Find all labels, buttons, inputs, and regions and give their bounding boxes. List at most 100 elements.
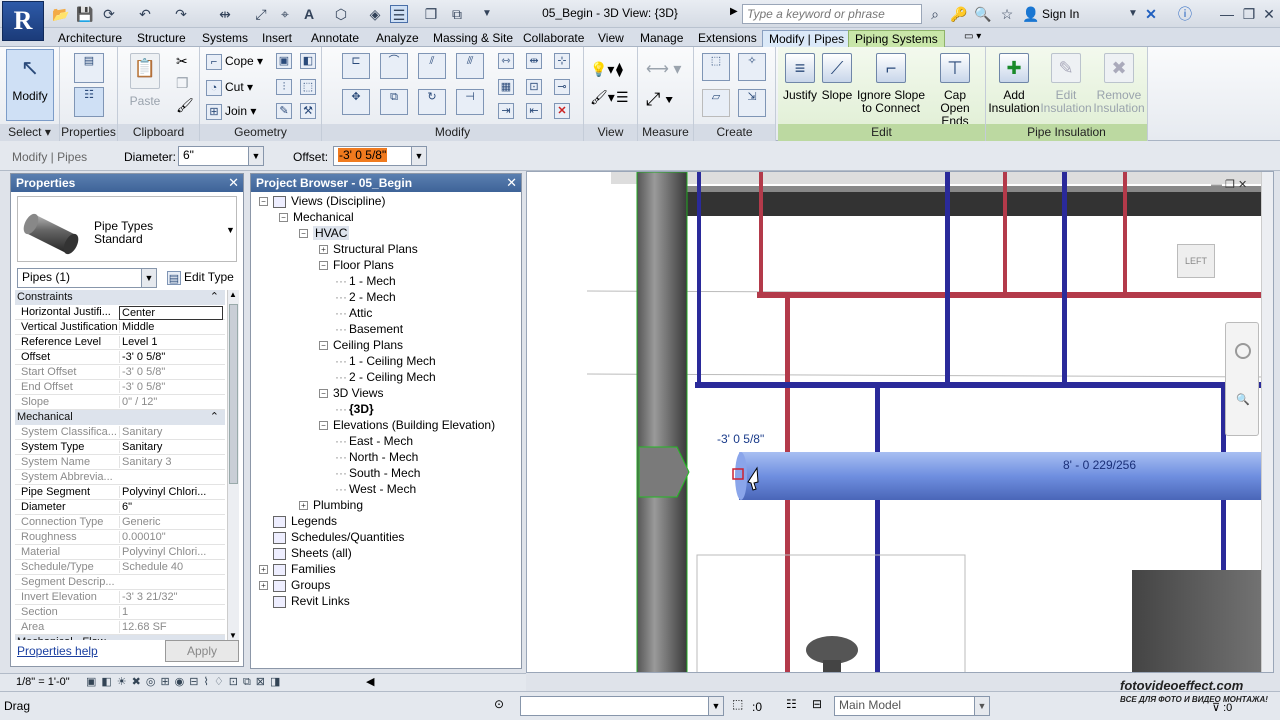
- tree-item[interactable]: ··· 2 - Ceiling Mech: [335, 369, 436, 385]
- close-icon[interactable]: ✕: [506, 175, 517, 191]
- collapse-icon[interactable]: ⌃: [210, 410, 219, 423]
- expand-icon[interactable]: +: [259, 565, 268, 575]
- thin-lines-icon[interactable]: ☰: [390, 5, 408, 23]
- zoom-icon[interactable]: 🔍: [1236, 393, 1250, 406]
- tree-item[interactable]: Sheets (all): [259, 545, 352, 561]
- property-value[interactable]: Middle: [119, 321, 223, 333]
- close-icon[interactable]: ✕: [228, 175, 239, 191]
- tab-systems[interactable]: Systems: [196, 30, 254, 47]
- binoculars-icon[interactable]: ⌕: [926, 5, 944, 23]
- pin-icon[interactable]: ⊹: [554, 53, 570, 69]
- lightbulb-icon[interactable]: 💡▾: [590, 61, 614, 78]
- trim-icon[interactable]: ⊣: [456, 89, 484, 115]
- modify-button[interactable]: ↖ Modify: [6, 49, 54, 121]
- tab-extensions[interactable]: Extensions: [692, 30, 763, 47]
- view-window-controls[interactable]: — ❐ ✕: [1211, 178, 1247, 191]
- apply-button[interactable]: Apply: [165, 640, 239, 662]
- split-face-icon[interactable]: ▣: [276, 53, 292, 69]
- ignore-slope-button[interactable]: ⌐ Ignore Slope to Connect: [856, 49, 926, 115]
- exchange-apps-icon[interactable]: ✕: [1142, 5, 1160, 23]
- tree-item[interactable]: ··· East - Mech: [335, 433, 413, 449]
- edit-type-button[interactable]: ▤ Edit Type: [163, 268, 239, 288]
- tree-item[interactable]: − Mechanical: [279, 209, 354, 225]
- expand-icon[interactable]: +: [299, 501, 308, 511]
- property-row[interactable]: Vertical Justification Middle: [15, 320, 225, 335]
- measure-between-icon[interactable]: ⟷ ▾: [646, 59, 681, 79]
- property-value[interactable]: -3' 0 5/8": [119, 351, 223, 363]
- remove-insulation-button[interactable]: ✖ Remove Insulation: [1092, 49, 1146, 115]
- justify-button[interactable]: ≡ Justify: [782, 49, 818, 102]
- select-dropdown[interactable]: Select ▾: [0, 124, 59, 141]
- hammer-icon[interactable]: ⚒: [300, 103, 316, 119]
- expand-icon[interactable]: +: [259, 581, 268, 591]
- create-group-icon[interactable]: ⬚: [702, 53, 730, 81]
- copy-icon[interactable]: ❐: [176, 75, 189, 92]
- viewport-scrollbar[interactable]: [1261, 172, 1273, 672]
- tab-manage[interactable]: Manage: [634, 30, 689, 47]
- diameter-select[interactable]: 6" ▼: [178, 146, 264, 166]
- steering-wheel-icon[interactable]: [1235, 343, 1251, 359]
- collapse-icon[interactable]: −: [319, 341, 328, 351]
- workset-icon[interactable]: ⊙: [494, 697, 504, 711]
- tree-item[interactable]: Revit Links: [259, 593, 350, 609]
- extend-icon[interactable]: ⇤: [526, 103, 542, 119]
- split-icon[interactable]: ⇿: [498, 53, 514, 69]
- tree-item[interactable]: − HVAC: [299, 225, 350, 241]
- cut-geometry-button[interactable]: ◔ Cut ▾: [206, 77, 253, 97]
- maximize-icon[interactable]: ❐: [1240, 5, 1258, 23]
- property-row[interactable]: System Type Sanitary: [15, 440, 225, 455]
- design-option-select[interactable]: Main Model ▼: [834, 696, 990, 716]
- ribbon-minimize-icon[interactable]: ▭ ▾: [958, 30, 987, 47]
- hide-icon[interactable]: ⧫: [616, 61, 623, 78]
- length-dimension-label[interactable]: 8' - 0 229/256: [1063, 458, 1136, 472]
- property-row[interactable]: Diameter 6": [15, 500, 225, 515]
- workset-select[interactable]: ▼: [520, 696, 724, 716]
- tree-item[interactable]: ··· Basement: [335, 321, 403, 337]
- instance-filter[interactable]: Pipes (1) ▼: [17, 268, 157, 288]
- align-icon[interactable]: ⊏: [342, 53, 370, 79]
- redo-icon[interactable]: ↷: [172, 5, 190, 23]
- tag-icon[interactable]: ⌖: [276, 5, 294, 23]
- user-icon[interactable]: 👤: [1022, 5, 1040, 23]
- property-value[interactable]: Center: [119, 306, 223, 320]
- section-icon[interactable]: ◈: [366, 5, 384, 23]
- 3d-viewport[interactable]: -3' 0 5/8" 8' - 0 229/256 LEFT 🔍 — ❐ ✕: [526, 171, 1274, 673]
- property-row[interactable]: Horizontal Justifi... Center: [15, 305, 225, 320]
- tab-insert[interactable]: Insert: [256, 30, 298, 47]
- collapse-icon[interactable]: −: [319, 421, 328, 431]
- model-canvas[interactable]: [527, 172, 1274, 673]
- view-control-icons[interactable]: ▣◧☀✖◎⊞◉⊟⌇♢⊡⧉⊠◨: [86, 675, 285, 689]
- tree-item[interactable]: + Groups: [259, 577, 330, 593]
- filter-icon[interactable]: ⊽ :0: [1212, 701, 1232, 714]
- tree-item[interactable]: + Structural Plans: [319, 241, 418, 257]
- tree-item[interactable]: ··· {3D}: [335, 401, 374, 417]
- tab-architecture[interactable]: Architecture: [52, 30, 128, 47]
- tab-massing-site[interactable]: Massing & Site: [427, 30, 519, 47]
- mirror-draw-icon[interactable]: ⫻: [456, 53, 484, 79]
- favorites-icon[interactable]: ☆: [998, 5, 1016, 23]
- copy-element-icon[interactable]: ⧉: [380, 89, 408, 115]
- create-parts-icon[interactable]: ✧: [738, 53, 766, 81]
- tab-view[interactable]: View: [592, 30, 630, 47]
- design-options-icon[interactable]: ☷: [786, 697, 797, 711]
- property-section-header[interactable]: Mechanical ⌃: [15, 410, 225, 425]
- properties-help-link[interactable]: Properties help: [17, 644, 98, 658]
- slope-button[interactable]: ⟋ Slope: [820, 49, 854, 102]
- communication-icon[interactable]: 🔍: [974, 5, 992, 23]
- create-assembly-icon[interactable]: ▱: [702, 89, 730, 117]
- scroll-thumb[interactable]: [229, 304, 238, 484]
- tree-item[interactable]: + Families: [259, 561, 336, 577]
- 3d-view-icon[interactable]: ⬡: [332, 5, 350, 23]
- sync-icon[interactable]: ⟳: [100, 5, 118, 23]
- demolish-icon[interactable]: ⬚: [300, 79, 316, 95]
- join-button[interactable]: ⊞ Join ▾: [206, 101, 256, 121]
- property-value[interactable]: Level 1: [119, 336, 223, 348]
- close-icon[interactable]: ✕: [1260, 5, 1278, 23]
- collapse-icon[interactable]: −: [299, 229, 308, 239]
- line-style-icon[interactable]: ☰: [616, 89, 629, 106]
- text-icon[interactable]: A: [300, 5, 318, 23]
- array-icon[interactable]: ▦: [498, 79, 514, 95]
- tree-item[interactable]: −3D Views: [319, 385, 383, 401]
- property-row[interactable]: Pipe Segment Polyvinyl Chlori...: [15, 485, 225, 500]
- close-hidden-icon[interactable]: ❐: [422, 5, 440, 23]
